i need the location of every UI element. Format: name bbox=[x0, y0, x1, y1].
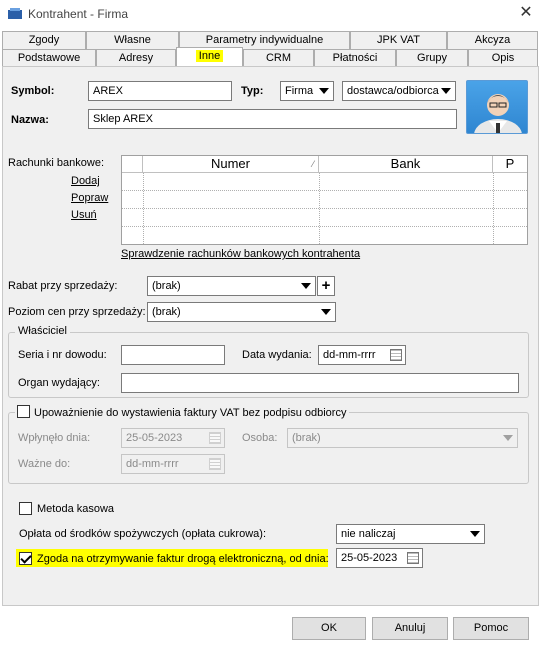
typ-label: Typ: bbox=[241, 85, 264, 97]
role-value: dostawca/odbiorca bbox=[347, 85, 439, 97]
bank-add-link[interactable]: Dodaj bbox=[71, 175, 100, 187]
sort-icon: ⁄ bbox=[312, 159, 314, 169]
bank-accounts-table[interactable]: Numer ⁄ Bank P bbox=[121, 155, 528, 245]
authorization-group-header: Upoważnienie do wystawienia faktury VAT … bbox=[15, 405, 350, 419]
chevron-down-icon bbox=[503, 435, 513, 441]
app-icon bbox=[8, 8, 22, 19]
tab-inne[interactable]: Inne bbox=[176, 47, 243, 67]
issue-date-value: dd-mm-rrrr bbox=[323, 349, 376, 361]
id-series-input[interactable] bbox=[121, 345, 225, 365]
chevron-down-icon bbox=[319, 88, 329, 94]
help-button[interactable]: Pomoc bbox=[453, 617, 529, 640]
nazwa-input[interactable]: Sklep AREX bbox=[88, 109, 457, 129]
consent-date-input[interactable]: 25-05-2023 bbox=[336, 548, 423, 568]
ok-button[interactable]: OK bbox=[292, 617, 366, 640]
column-header-label: Numer bbox=[210, 156, 250, 171]
cash-method-checkbox[interactable] bbox=[19, 502, 32, 515]
typ-select[interactable]: Firma bbox=[280, 81, 334, 101]
calendar-icon[interactable] bbox=[407, 552, 419, 564]
e-invoice-consent-label: Zgoda na otrzymywanie faktur drogą elekt… bbox=[37, 553, 329, 565]
column-divider bbox=[319, 173, 320, 244]
owner-group-title: Właściciel bbox=[15, 325, 70, 337]
person-label: Osoba: bbox=[242, 432, 278, 444]
valid-until-label: Ważne do: bbox=[18, 458, 71, 470]
rabat-label: Rabat przy sprzedaży: bbox=[8, 280, 118, 292]
poziom-cen-value: (brak) bbox=[152, 306, 181, 318]
tab-adresy[interactable]: Adresy bbox=[96, 49, 176, 67]
column-divider bbox=[493, 173, 494, 244]
issuing-authority-label: Organ wydający: bbox=[18, 377, 100, 389]
tab-opis[interactable]: Opis bbox=[468, 49, 538, 67]
rabat-value: (brak) bbox=[152, 280, 181, 292]
tab-inne-label: Inne bbox=[195, 50, 224, 62]
authorization-label: Upoważnienie do wystawienia faktury VAT … bbox=[34, 407, 347, 419]
chevron-down-icon bbox=[321, 309, 331, 315]
person-icon bbox=[474, 94, 522, 133]
table-corner bbox=[122, 156, 143, 173]
contractor-avatar-icon[interactable] bbox=[466, 80, 528, 134]
table-row[interactable] bbox=[122, 209, 527, 227]
issue-date-label: Data wydania: bbox=[242, 349, 312, 361]
column-header-bank[interactable]: Bank bbox=[319, 156, 493, 173]
sugar-fee-value: nie naliczaj bbox=[341, 528, 396, 540]
calendar-icon[interactable] bbox=[390, 349, 402, 361]
bank-accounts-label: Rachunki bankowe: bbox=[8, 157, 105, 169]
column-divider bbox=[143, 173, 144, 244]
calendar-icon[interactable] bbox=[209, 432, 221, 444]
valid-until-value: dd-mm-rrrr bbox=[126, 458, 179, 470]
tab-jpk-vat[interactable]: JPK VAT bbox=[350, 31, 447, 49]
person-select[interactable]: (brak) bbox=[287, 428, 518, 448]
poziom-cen-select[interactable]: (brak) bbox=[147, 302, 336, 322]
e-invoice-consent-checkbox[interactable] bbox=[19, 552, 32, 565]
close-icon[interactable]: ✕ bbox=[516, 3, 536, 23]
authorization-checkbox[interactable] bbox=[17, 405, 30, 418]
received-date-value: 25-05-2023 bbox=[126, 432, 183, 444]
bank-edit-link[interactable]: Popraw bbox=[71, 192, 108, 204]
add-rabat-button[interactable]: + bbox=[317, 276, 335, 296]
received-date-label: Wpłynęło dnia: bbox=[18, 432, 91, 444]
rabat-select[interactable]: (brak) bbox=[147, 276, 316, 296]
calendar-icon[interactable] bbox=[209, 458, 221, 470]
sugar-fee-label: Opłata od środków spożywczych (opłata cu… bbox=[19, 528, 266, 540]
received-date-input[interactable]: 25-05-2023 bbox=[121, 428, 225, 448]
person-value: (brak) bbox=[292, 432, 321, 444]
check-bank-accounts-link[interactable]: Sprawdzenie rachunków bankowych kontrahe… bbox=[121, 248, 360, 260]
tab-akcyza[interactable]: Akcyza bbox=[447, 31, 538, 49]
cash-method-label: Metoda kasowa bbox=[37, 503, 115, 515]
issuing-authority-input[interactable] bbox=[121, 373, 519, 393]
table-row[interactable] bbox=[122, 227, 527, 245]
sugar-fee-select[interactable]: nie naliczaj bbox=[336, 524, 485, 544]
tab-platnosci[interactable]: Płatności bbox=[314, 49, 396, 67]
typ-value: Firma bbox=[285, 85, 314, 97]
table-row[interactable] bbox=[122, 173, 527, 191]
tab-podstawowe[interactable]: Podstawowe bbox=[2, 49, 96, 67]
cancel-button[interactable]: Anuluj bbox=[372, 617, 448, 640]
column-header-numer[interactable]: Numer ⁄ bbox=[143, 156, 319, 173]
id-series-label: Seria i nr dowodu: bbox=[18, 349, 107, 361]
window-title: Kontrahent - Firma bbox=[28, 7, 129, 21]
valid-until-input[interactable]: dd-mm-rrrr bbox=[121, 454, 225, 474]
symbol-input[interactable]: AREX bbox=[88, 81, 232, 101]
authorization-group bbox=[8, 412, 529, 484]
consent-date-value: 25-05-2023 bbox=[341, 552, 398, 564]
chevron-down-icon bbox=[301, 283, 311, 289]
bank-delete-link[interactable]: Usuń bbox=[71, 209, 97, 221]
poziom-cen-label: Poziom cen przy sprzedaży: bbox=[8, 306, 146, 318]
table-row[interactable] bbox=[122, 191, 527, 209]
tab-grupy[interactable]: Grupy bbox=[396, 49, 468, 67]
role-select[interactable]: dostawca/odbiorca bbox=[342, 81, 456, 101]
tab-crm[interactable]: CRM bbox=[243, 49, 314, 67]
chevron-down-icon bbox=[441, 88, 451, 94]
nazwa-label: Nazwa: bbox=[11, 114, 49, 126]
tab-wlasne[interactable]: Własne bbox=[86, 31, 179, 49]
chevron-down-icon bbox=[470, 531, 480, 537]
issue-date-input[interactable]: dd-mm-rrrr bbox=[318, 345, 406, 365]
tab-zgody[interactable]: Zgody bbox=[2, 31, 86, 49]
symbol-label: Symbol: bbox=[11, 85, 55, 97]
column-header-p[interactable]: P bbox=[493, 156, 527, 173]
